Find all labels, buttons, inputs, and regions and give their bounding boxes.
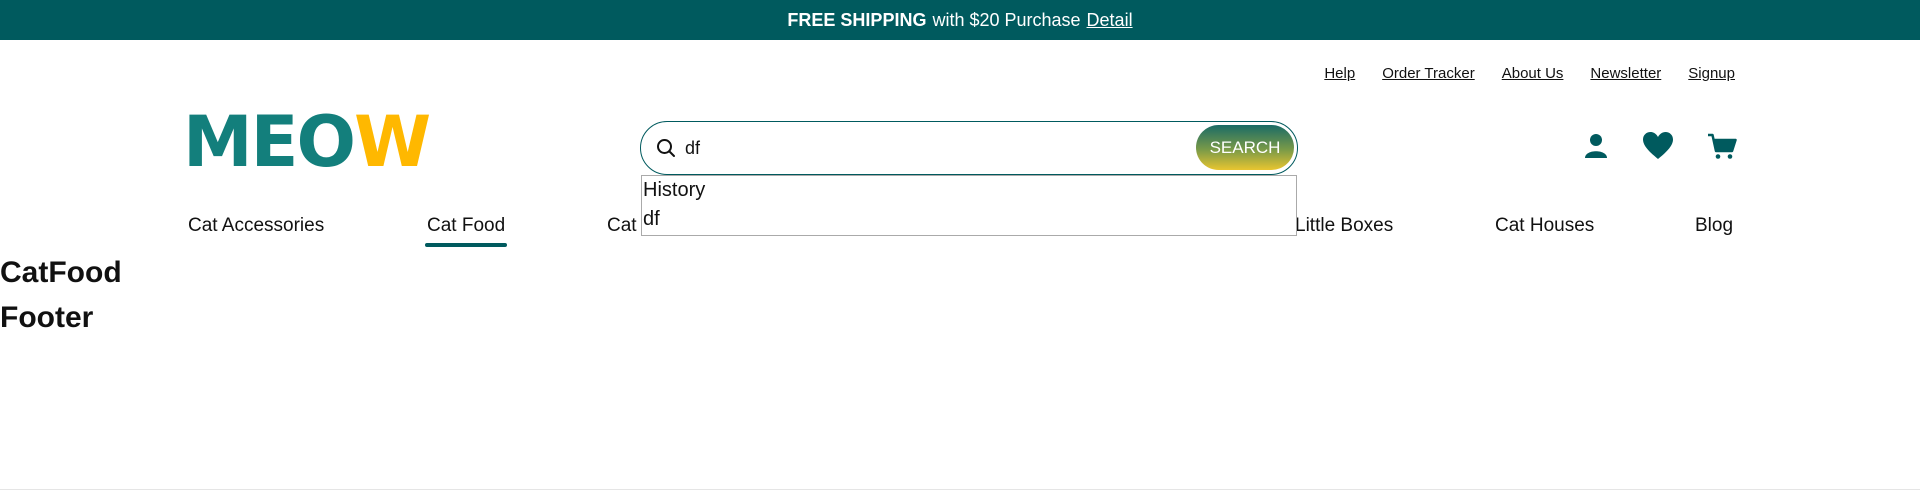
announcement-bar: FREE SHIPPING with $20 Purchase Detail (0, 0, 1920, 40)
logo-part-w: W (353, 101, 431, 183)
user-icon[interactable] (1583, 132, 1609, 160)
utility-links: Help Order Tracker About Us Newsletter S… (1324, 65, 1735, 82)
search-bar: SEARCH (640, 121, 1298, 175)
newsletter-link[interactable]: Newsletter (1590, 65, 1661, 82)
nav-item-cat-accessories[interactable]: Cat Accessories (188, 215, 324, 237)
cart-icon[interactable] (1707, 132, 1737, 160)
order-tracker-link[interactable]: Order Tracker (1382, 65, 1475, 82)
header-icons (1583, 131, 1737, 161)
page-heading: CatFood (0, 256, 122, 289)
footer-heading: Footer (0, 301, 94, 334)
signup-link[interactable]: Signup (1688, 65, 1735, 82)
logo[interactable]: MEO W (183, 101, 431, 183)
search-suggestions: History df (641, 175, 1297, 236)
announcement-bold: FREE SHIPPING (787, 9, 927, 30)
nav-item-cat-houses[interactable]: Cat Houses (1495, 215, 1594, 237)
logo-part-meo: MEO (183, 101, 356, 183)
suggestions-header: History (643, 179, 706, 201)
help-link[interactable]: Help (1324, 65, 1355, 82)
search-input[interactable] (683, 136, 1187, 160)
search-button[interactable]: SEARCH (1196, 125, 1294, 170)
nav-item-cat[interactable]: Cat (607, 215, 637, 237)
about-us-link[interactable]: About Us (1502, 65, 1564, 82)
search-icon (655, 137, 677, 159)
nav-item-little-boxes[interactable]: Little Boxes (1295, 215, 1393, 237)
nav-item-blog[interactable]: Blog (1695, 215, 1733, 237)
announcement-text: with $20 Purchase (932, 9, 1081, 30)
heart-icon[interactable] (1642, 131, 1674, 161)
nav-item-cat-food[interactable]: Cat Food (424, 215, 508, 247)
divider (0, 489, 1920, 490)
announcement-detail-link[interactable]: Detail (1087, 10, 1133, 31)
suggestion-item[interactable]: df (642, 205, 1296, 234)
